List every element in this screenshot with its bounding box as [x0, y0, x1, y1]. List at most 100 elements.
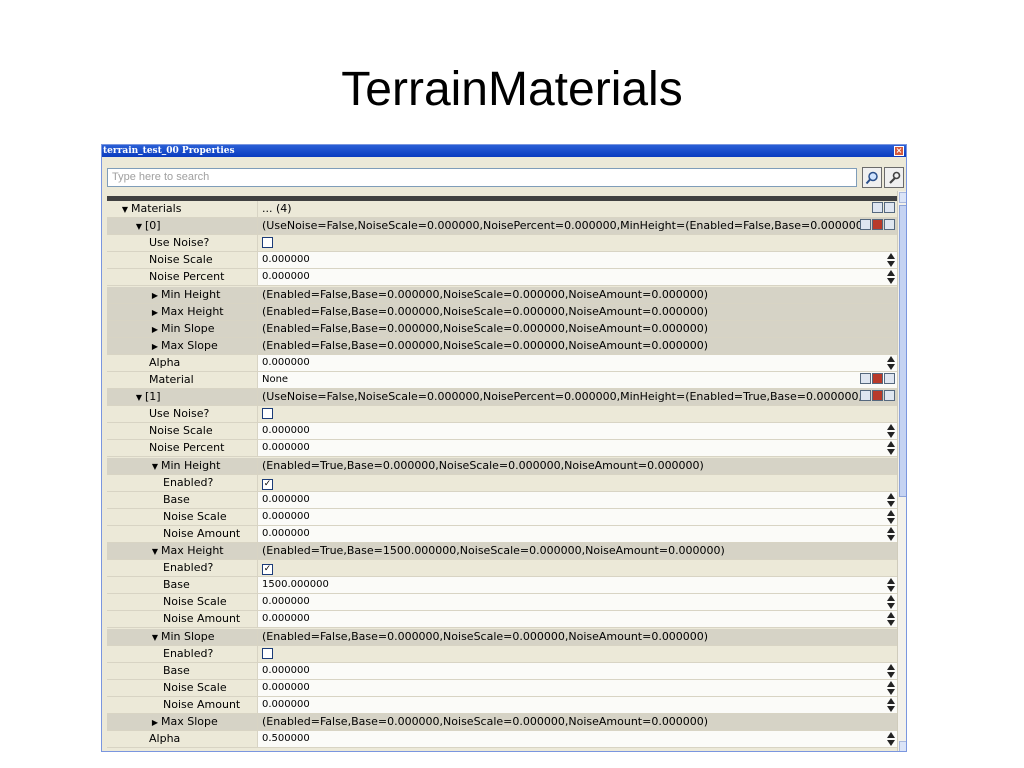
property-value[interactable]: 0.000000: [262, 425, 310, 436]
scroll-up-arrow[interactable]: [899, 192, 906, 203]
value-spinner[interactable]: [887, 424, 895, 439]
property-value-cell[interactable]: (Enabled=True,Base=0.000000,NoiseScale=0…: [257, 457, 897, 474]
spin-up-icon[interactable]: [887, 663, 895, 670]
search-button[interactable]: [862, 167, 882, 188]
checkbox-unchecked[interactable]: [262, 237, 273, 249]
property-row[interactable]: Noise Scale 0.000000: [107, 679, 897, 697]
property-row[interactable]: ▼ [0] (UseNoise=False,NoiseScale=0.000000,…: [107, 218, 897, 236]
property-value-cell[interactable]: 0.000000: [257, 269, 897, 286]
value-spinner[interactable]: [887, 663, 895, 678]
spin-up-icon[interactable]: [887, 680, 895, 687]
add-item-icon[interactable]: [872, 202, 883, 213]
property-row[interactable]: Base 1500.000000: [107, 577, 897, 595]
value-spinner[interactable]: [887, 270, 895, 285]
property-value[interactable]: 0.000000: [262, 528, 310, 539]
value-spinner[interactable]: [887, 492, 895, 507]
spin-down-icon[interactable]: [887, 620, 895, 627]
spin-down-icon[interactable]: [887, 261, 895, 268]
property-value-cell[interactable]: 0.000000: [257, 594, 897, 611]
property-value-cell[interactable]: [257, 235, 897, 252]
property-row[interactable]: Base 0.000000: [107, 491, 897, 509]
value-spinner[interactable]: [887, 595, 895, 610]
spin-down-icon[interactable]: [887, 449, 895, 456]
property-row[interactable]: Use Noise?: [107, 235, 897, 253]
property-row[interactable]: ▼ Max Height (Enabled=True,Base=1500.00000…: [107, 543, 897, 560]
property-row[interactable]: ▼ Min Slope (Enabled=False,Base=0.000000,N…: [107, 628, 897, 646]
property-value-cell[interactable]: ✓: [257, 560, 897, 577]
spin-down-icon[interactable]: [887, 586, 895, 593]
property-value-cell[interactable]: (UseNoise=False,NoiseScale=0.000000,Nois…: [257, 218, 897, 235]
property-row[interactable]: ▼ Min Height (Enabled=True,Base=0.000000,N…: [107, 457, 897, 475]
property-value[interactable]: 0.000000: [262, 699, 310, 710]
spin-up-icon[interactable]: [887, 270, 895, 277]
spin-down-icon[interactable]: [887, 363, 895, 370]
property-value-cell[interactable]: 1500.000000: [257, 577, 897, 594]
spin-up-icon[interactable]: [887, 697, 895, 704]
property-row[interactable]: Use Noise?: [107, 406, 897, 424]
insert-icon[interactable]: [860, 373, 871, 384]
property-value-cell[interactable]: (Enabled=False,Base=0.000000,NoiseScale=…: [257, 320, 897, 337]
vertical-scrollbar[interactable]: [897, 191, 906, 751]
spin-up-icon[interactable]: [887, 612, 895, 619]
property-row[interactable]: Noise Scale 0.000000: [107, 594, 897, 612]
property-value[interactable]: 0.500000: [262, 733, 310, 744]
duplicate-icon[interactable]: [884, 373, 895, 384]
spin-up-icon[interactable]: [887, 526, 895, 533]
property-value[interactable]: 0.000000: [262, 596, 310, 607]
spin-down-icon[interactable]: [887, 740, 895, 747]
value-spinner[interactable]: [887, 680, 895, 695]
property-value-cell[interactable]: (Enabled=False,Base=0.000000,NoiseScale=…: [257, 714, 897, 730]
spin-up-icon[interactable]: [887, 578, 895, 585]
property-row[interactable]: ▶ Max Slope (Enabled=False,Base=0.000000,N…: [107, 337, 897, 355]
value-spinner[interactable]: [887, 526, 895, 541]
caret-right-icon[interactable]: ▶: [149, 322, 161, 337]
property-row[interactable]: ▶ Min Height (Enabled=False,Base=0.000000,…: [107, 286, 897, 304]
caret-down-icon[interactable]: ▼: [149, 630, 161, 645]
caret-right-icon[interactable]: ▶: [149, 339, 161, 354]
spin-up-icon[interactable]: [887, 509, 895, 516]
property-value-cell[interactable]: 0.000000: [257, 354, 897, 371]
close-button[interactable]: ×: [894, 146, 904, 156]
property-row[interactable]: Noise Amount 0.000000: [107, 696, 897, 714]
property-value-cell[interactable]: 0.000000: [257, 423, 897, 440]
property-value-cell[interactable]: ✓: [257, 474, 897, 491]
property-value-cell[interactable]: None: [257, 372, 897, 388]
value-spinner[interactable]: [887, 253, 895, 268]
value-spinner[interactable]: [887, 732, 895, 747]
property-value-cell[interactable]: (UseNoise=False,NoiseScale=0.000000,Nois…: [257, 389, 897, 406]
checkbox-checked[interactable]: ✓: [262, 564, 273, 576]
property-row[interactable]: Base 0.000000: [107, 662, 897, 680]
spin-down-icon[interactable]: [887, 603, 895, 610]
window-titlebar[interactable]: terrain_test_00 Properties ×: [102, 145, 906, 157]
property-row[interactable]: Noise Amount 0.000000: [107, 525, 897, 543]
property-value-cell[interactable]: (Enabled=True,Base=1500.000000,NoiseScal…: [257, 543, 897, 559]
search-input[interactable]: Type here to search: [107, 168, 857, 187]
property-value-cell[interactable]: (Enabled=False,Base=0.000000,NoiseScale=…: [257, 303, 897, 320]
caret-down-icon[interactable]: ▼: [149, 544, 161, 559]
duplicate-icon[interactable]: [884, 219, 895, 231]
spin-up-icon[interactable]: [887, 595, 895, 602]
checkbox-unchecked[interactable]: [262, 647, 273, 659]
spin-down-icon[interactable]: [887, 278, 895, 285]
spin-up-icon[interactable]: [887, 355, 895, 362]
property-value-cell[interactable]: 0.000000: [257, 662, 897, 679]
property-row[interactable]: Enabled?: [107, 645, 897, 663]
insert-icon[interactable]: [860, 219, 871, 231]
property-value-cell[interactable]: 0.500000: [257, 731, 897, 748]
property-value-cell[interactable]: (Enabled=False,Base=0.000000,NoiseScale=…: [257, 337, 897, 354]
caret-right-icon[interactable]: ▶: [149, 715, 161, 730]
property-row[interactable]: Alpha 0.500000: [107, 731, 897, 749]
caret-down-icon[interactable]: ▼: [133, 219, 145, 234]
property-row[interactable]: Noise Percent 0.000000: [107, 269, 897, 287]
checkbox-unchecked[interactable]: [262, 408, 273, 420]
caret-down-icon[interactable]: ▼: [149, 459, 161, 474]
property-value[interactable]: 0.000000: [262, 357, 310, 368]
delete-icon[interactable]: [872, 390, 883, 402]
duplicate-icon[interactable]: [884, 390, 895, 402]
property-value-cell[interactable]: 0.000000: [257, 679, 897, 696]
property-value[interactable]: None: [262, 374, 288, 385]
property-value[interactable]: 0.000000: [262, 682, 310, 693]
value-spinner[interactable]: [887, 509, 895, 524]
property-value-cell[interactable]: 0.000000: [257, 440, 897, 457]
property-row[interactable]: Material None: [107, 372, 897, 389]
